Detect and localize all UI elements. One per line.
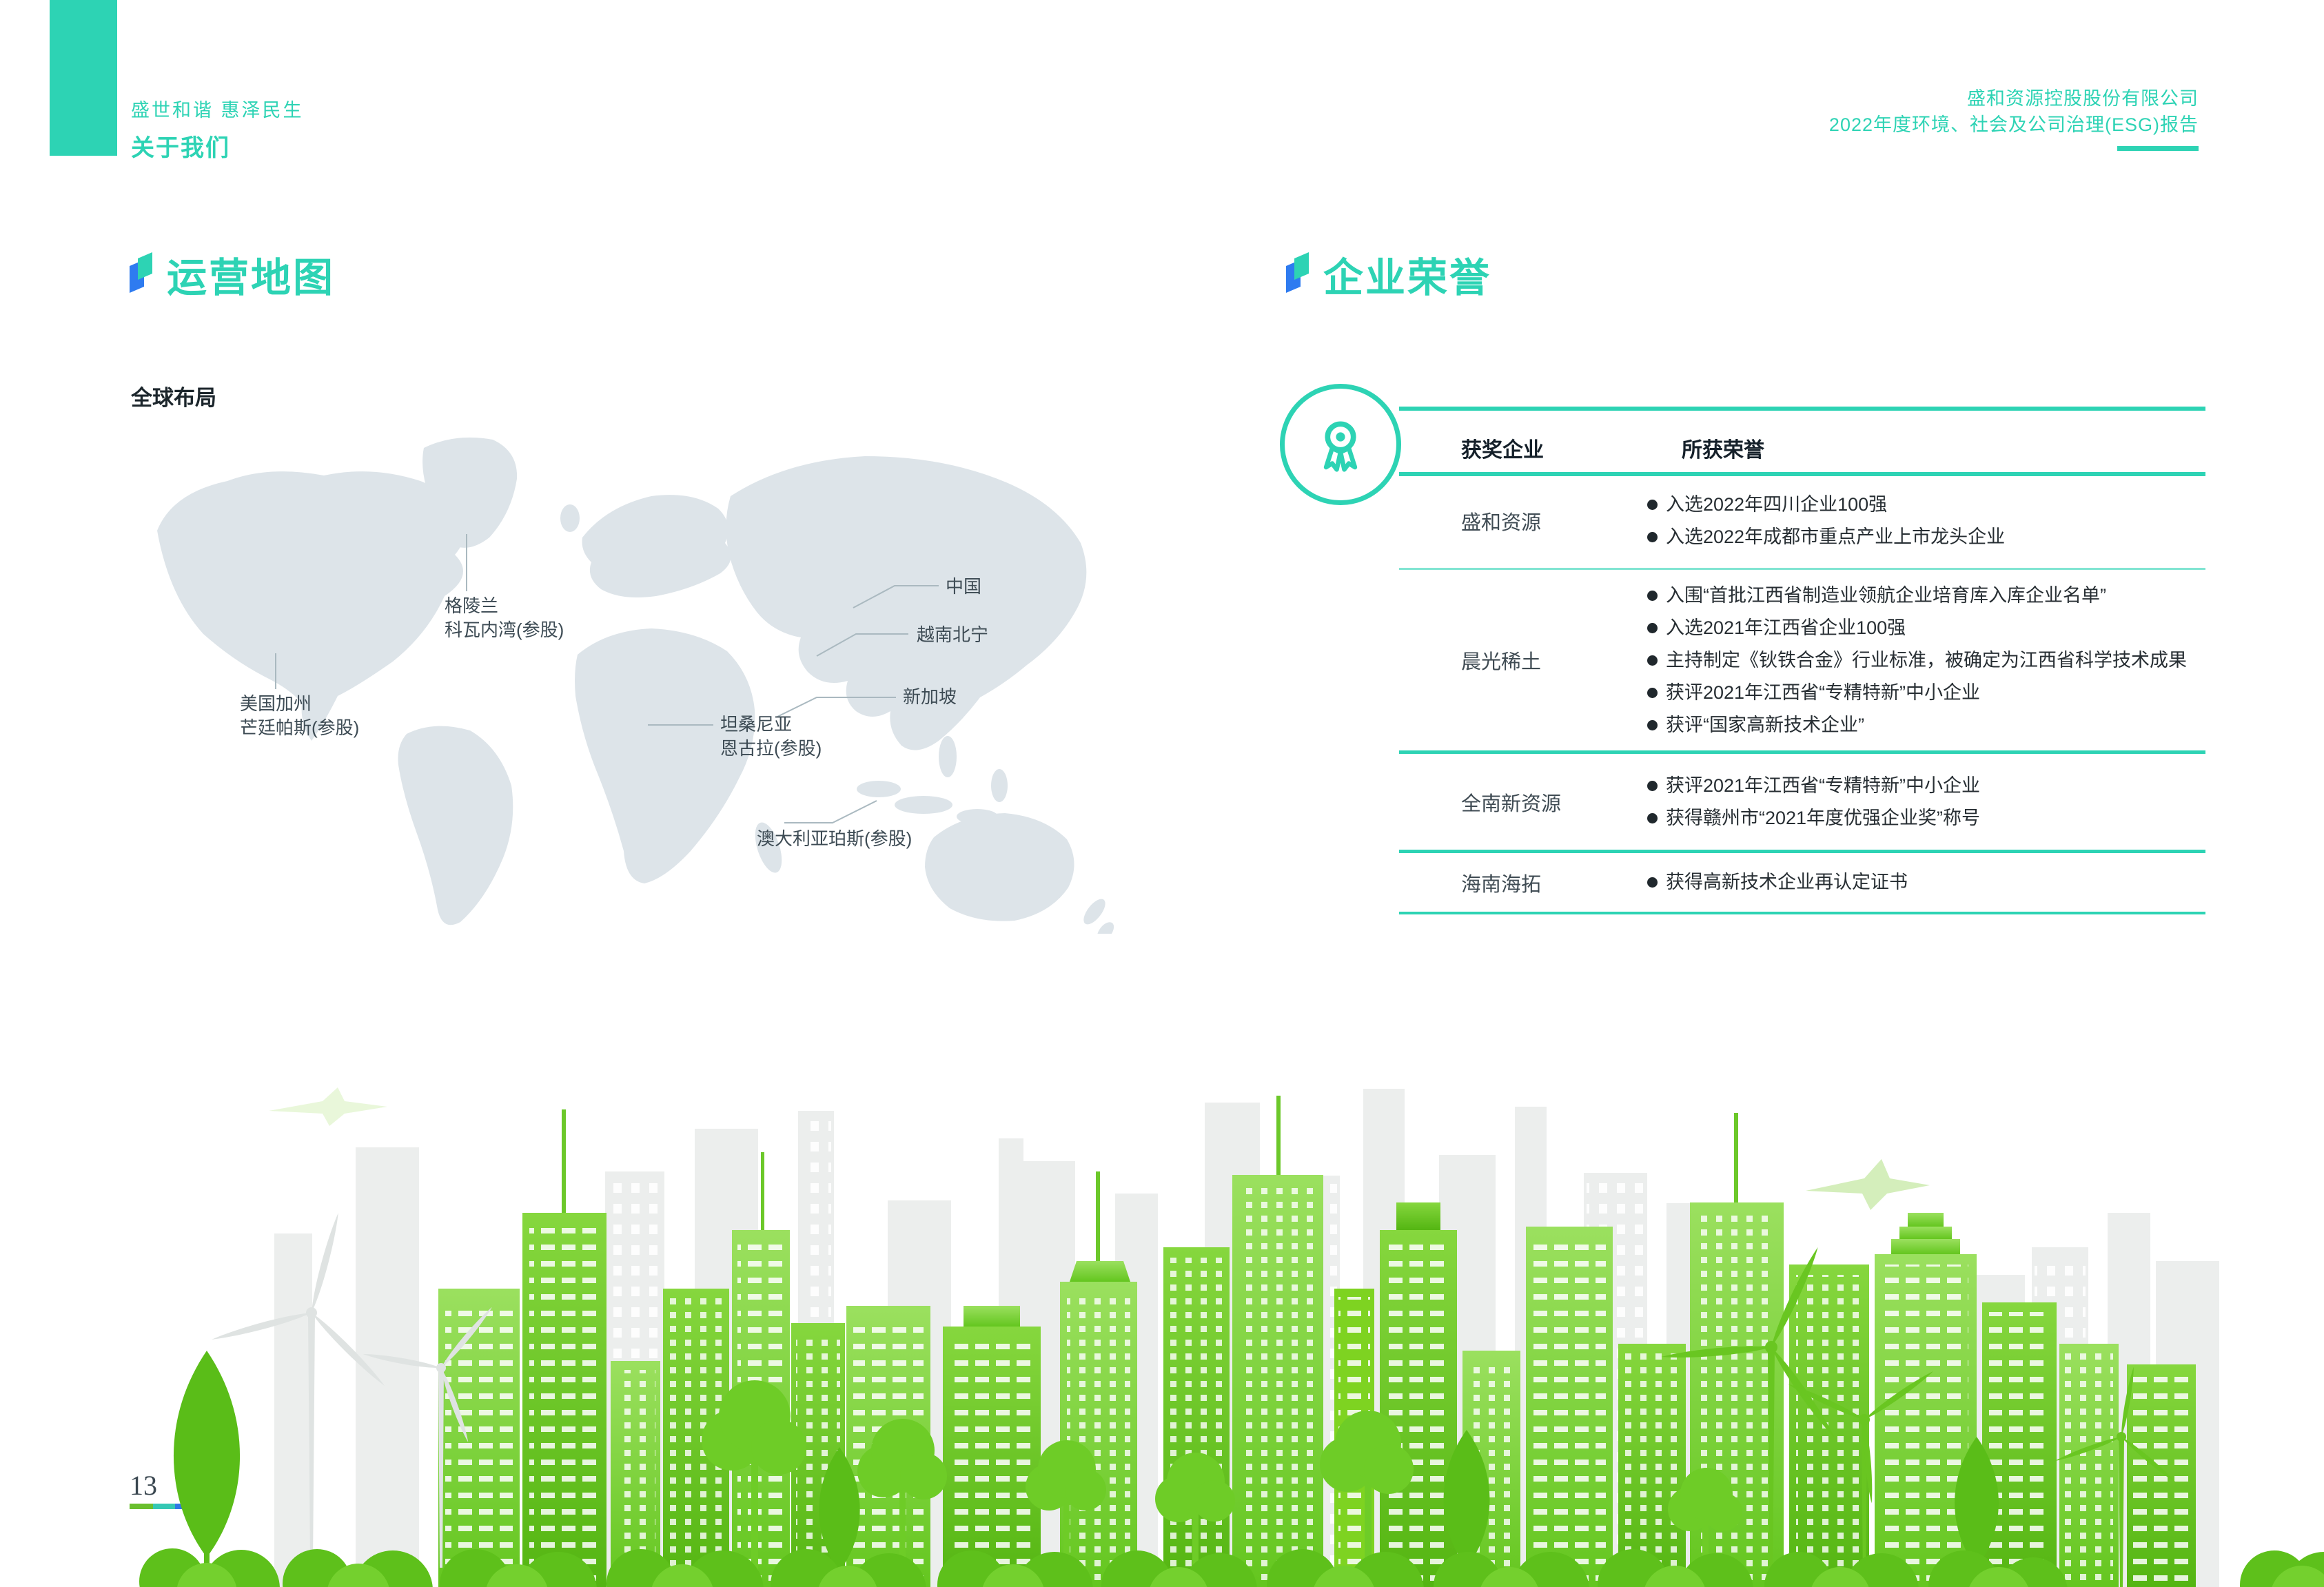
honor-item: 获评“国家高新技术企业” [1647, 709, 2212, 741]
company-name-cell: 全南新资源 [1406, 788, 1647, 817]
honor-item: 主持制定《钬铁合金》行业标准，被确定为江西省科学技术成果 [1647, 644, 2212, 677]
map-label-greenland: 格陵兰科瓦内湾(参股) [445, 594, 564, 642]
map-label-china: 中国 [946, 575, 981, 599]
section-title-text: 运营地图 [167, 245, 335, 303]
header-accent-bar [50, 0, 117, 156]
plane-icon [1806, 1159, 1930, 1210]
map-label-singapore: 新加坡 [903, 685, 957, 709]
report-name: 2022年度环境、社会及公司治理(ESG)报告 [1829, 112, 2199, 138]
honor-item: 入选2021年江西省企业100强 [1647, 612, 2212, 644]
section-title-text: 企业荣誉 [1323, 245, 1491, 303]
medal-icon [1303, 407, 1378, 482]
honor-list: 获得高新技术企业再认定证书 [1647, 866, 2212, 899]
honor-item: 入选2022年四川企业100强 [1647, 489, 2212, 521]
map-subtitle: 全球布局 [131, 380, 216, 411]
report-spread: 盛世和谐 惠泽民生 关于我们 盛和资源控股股份有限公司 2022年度环境、社会及… [0, 0, 2324, 1587]
section-marker-icon [128, 252, 157, 296]
world-map: 格陵兰科瓦内湾(参股) 美国加州芒廷帕斯(参股) 中国越南北宁新加坡坦桑尼亚恩古拉(… [131, 427, 1130, 934]
bullet-icon [1647, 813, 1658, 823]
bullet-icon [1647, 500, 1658, 510]
company-name-cell: 晨光稀土 [1406, 646, 1647, 675]
medal-badge [1280, 384, 1401, 505]
table-top-rule [1399, 407, 2205, 411]
header-right: 盛和资源控股股份有限公司 2022年度环境、社会及公司治理(ESG)报告 [1829, 85, 2199, 151]
honor-item: 入围“首批江西省制造业领航企业培育库入库企业名单” [1647, 580, 2212, 612]
honor-row: 盛和资源入选2022年四川企业100强入选2022年成都市重点产业上市龙头企业 [1406, 474, 2212, 568]
bullet-icon [1647, 532, 1658, 542]
section-corporate-honors: 企业荣誉 [1285, 245, 1491, 303]
bullet-icon [1647, 591, 1658, 601]
bullet-icon [1647, 781, 1658, 791]
honor-row: 晨光稀土入围“首批江西省制造业领航企业培育库入库企业名单”入选2021年江西省企… [1406, 570, 2212, 750]
company-name: 盛和资源控股股份有限公司 [1829, 85, 2199, 112]
bullet-icon [1647, 720, 1658, 730]
honor-item: 获得赣州市“2021年度优强企业奖”称号 [1647, 802, 2212, 835]
honor-list: 获评2021年江西省“专精特新”中小企业获得赣州市“2021年度优强企业奖”称号 [1647, 770, 2212, 835]
honor-row: 海南海拓获得高新技术企业再认定证书 [1406, 853, 2212, 912]
company-name-cell: 盛和资源 [1406, 506, 1647, 535]
bullet-icon [1647, 688, 1658, 698]
chapter-title: 关于我们 [131, 129, 304, 163]
section-operations-map: 运营地图 [128, 245, 335, 303]
honor-item: 获评2021年江西省“专精特新”中小企业 [1647, 677, 2212, 709]
bullet-icon [1647, 655, 1658, 666]
bullet-icon [1647, 877, 1658, 888]
table-bottom-rule [1399, 912, 2205, 914]
section-marker-icon [1285, 252, 1314, 296]
map-label-usa: 美国加州芒廷帕斯(参股) [240, 692, 359, 740]
eco-city-illustration [0, 1075, 2324, 1587]
honor-item: 获评2021年江西省“专精特新”中小企业 [1647, 770, 2212, 802]
header-left: 盛世和谐 惠泽民生 关于我们 [131, 95, 304, 163]
honor-item: 入选2022年成都市重点产业上市龙头企业 [1647, 521, 2212, 553]
column-header-company: 获奖企业 [1461, 433, 1544, 463]
column-header-honor: 所获荣誉 [1682, 433, 1764, 463]
honor-list: 入围“首批江西省制造业领航企业培育库入库企业名单”入选2021年江西省企业100… [1647, 580, 2212, 741]
honor-row: 全南新资源获评2021年江西省“专精特新”中小企业获得赣州市“2021年度优强企… [1406, 754, 2212, 850]
world-map-graphic [131, 427, 1130, 934]
header-underline [2117, 146, 2199, 151]
map-label-tanzania: 坦桑尼亚恩古拉(参股) [720, 713, 822, 761]
company-name-cell: 海南海拓 [1406, 868, 1647, 897]
map-label-australia: 澳大利亚珀斯(参股) [757, 827, 912, 851]
slogan-text: 盛世和谐 惠泽民生 [131, 95, 304, 122]
honor-item: 获得高新技术企业再认定证书 [1647, 866, 2212, 899]
honor-list: 入选2022年四川企业100强入选2022年成都市重点产业上市龙头企业 [1647, 489, 2212, 553]
plane-icon [269, 1087, 387, 1126]
bullet-icon [1647, 623, 1658, 633]
map-label-vietnam: 越南北宁 [917, 623, 988, 647]
